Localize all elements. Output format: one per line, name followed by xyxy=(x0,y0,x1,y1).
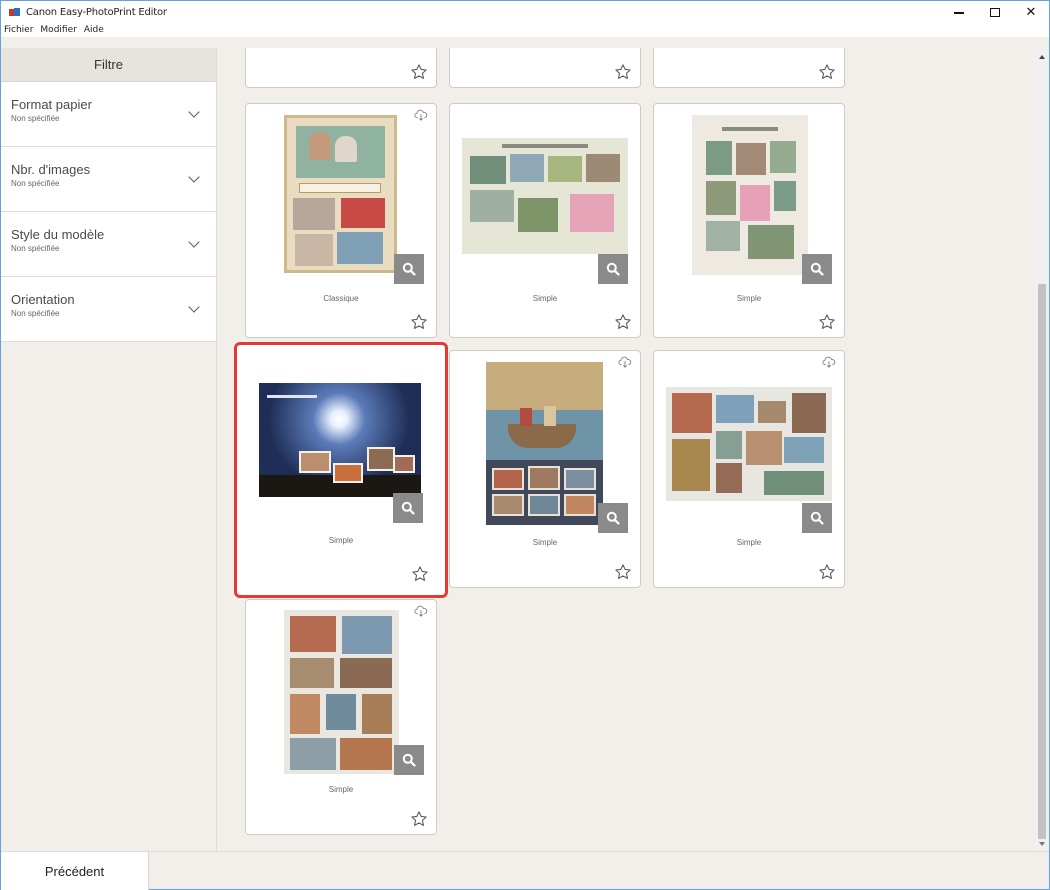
zoom-button[interactable] xyxy=(802,254,832,284)
zoom-button[interactable] xyxy=(394,254,424,284)
scroll-up-arrow-icon[interactable] xyxy=(1039,55,1045,59)
close-icon: ✕ xyxy=(1025,4,1037,19)
maximize-button[interactable] xyxy=(977,1,1013,23)
template-name: Simple xyxy=(736,538,762,547)
star-icon[interactable] xyxy=(818,63,836,81)
app-logo-icon xyxy=(9,7,21,17)
template-card[interactable] xyxy=(653,48,845,88)
template-thumbnail xyxy=(284,115,397,273)
template-card-simple[interactable]: Simple xyxy=(245,599,437,835)
template-thumbnail xyxy=(462,138,628,254)
template-thumbnail xyxy=(666,387,832,501)
magnifier-icon xyxy=(401,501,415,515)
magnifier-icon xyxy=(402,262,416,276)
template-card[interactable] xyxy=(245,48,437,88)
star-icon[interactable] xyxy=(614,313,632,331)
template-name: Simple xyxy=(328,536,354,545)
filter-label: Nbr. d'images xyxy=(11,162,91,177)
cloud-download-icon xyxy=(618,356,632,368)
minimize-icon xyxy=(954,12,964,14)
cloud-download-icon xyxy=(414,605,428,617)
star-icon[interactable] xyxy=(614,563,632,581)
magnifier-icon xyxy=(606,511,620,525)
menu-fichier[interactable]: Fichier xyxy=(3,25,34,35)
magnifier-icon xyxy=(810,511,824,525)
star-icon[interactable] xyxy=(818,563,836,581)
filter-image-count[interactable]: Nbr. d'images Non spécifiée xyxy=(1,147,216,212)
scroll-down-arrow-icon[interactable] xyxy=(1039,842,1045,846)
scroll-thumb[interactable] xyxy=(1038,284,1046,839)
template-thumbnail xyxy=(692,115,808,275)
close-button[interactable]: ✕ xyxy=(1013,1,1049,23)
magnifier-icon xyxy=(606,262,620,276)
template-name: Classique xyxy=(323,294,359,303)
vertical-scrollbar[interactable] xyxy=(1035,48,1049,851)
minimize-button[interactable] xyxy=(941,1,977,23)
template-card-simple-selected[interactable]: Simple xyxy=(234,342,448,598)
star-icon[interactable] xyxy=(614,63,632,81)
magnifier-icon xyxy=(810,262,824,276)
app-window: Canon Easy-PhotoPrint Editor ✕ Fichier M… xyxy=(0,0,1050,890)
cloud-download-icon xyxy=(822,356,836,368)
template-thumbnail xyxy=(486,362,603,525)
template-thumbnail xyxy=(259,383,421,497)
zoom-button[interactable] xyxy=(598,254,628,284)
template-name: Simple xyxy=(328,785,354,794)
template-grid: Classique Simple Simple Simple Simple Si… xyxy=(218,48,1035,851)
star-icon[interactable] xyxy=(411,565,429,583)
filter-header: Filtre xyxy=(1,48,216,82)
bottom-bar: Précédent xyxy=(1,851,1049,890)
template-name: Simple xyxy=(532,294,558,303)
star-icon[interactable] xyxy=(410,313,428,331)
filter-value: Non spécifiée xyxy=(11,244,60,253)
template-card-simple[interactable]: Simple xyxy=(653,103,845,338)
zoom-button[interactable] xyxy=(598,503,628,533)
menu-bar: Fichier Modifier Aide xyxy=(1,23,1049,37)
zoom-button[interactable] xyxy=(394,745,424,775)
filter-label: Format papier xyxy=(11,97,92,112)
filter-value: Non spécifiée xyxy=(11,114,60,123)
template-card-simple[interactable]: Simple xyxy=(653,350,845,588)
title-bar: Canon Easy-PhotoPrint Editor ✕ xyxy=(1,1,1049,23)
template-name: Simple xyxy=(736,294,762,303)
filter-label: Orientation xyxy=(11,292,75,307)
maximize-icon xyxy=(990,7,1000,17)
star-icon[interactable] xyxy=(410,810,428,828)
zoom-button[interactable] xyxy=(802,503,832,533)
previous-button[interactable]: Précédent xyxy=(1,852,149,890)
menu-aide[interactable]: Aide xyxy=(83,25,105,35)
template-card-simple[interactable]: Simple xyxy=(449,350,641,588)
menu-modifier[interactable]: Modifier xyxy=(39,25,77,35)
template-thumbnail xyxy=(284,610,399,774)
template-card[interactable] xyxy=(449,48,641,88)
cloud-download-icon xyxy=(414,109,428,121)
template-name: Simple xyxy=(532,538,558,547)
window-title: Canon Easy-PhotoPrint Editor xyxy=(26,6,167,18)
star-icon[interactable] xyxy=(410,63,428,81)
filter-sidebar: Filtre Format papier Non spécifiée Nbr. … xyxy=(1,48,217,851)
filter-label: Style du modèle xyxy=(11,227,105,242)
filter-value: Non spécifiée xyxy=(11,309,60,318)
filter-template-style[interactable]: Style du modèle Non spécifiée xyxy=(1,212,216,277)
template-card-classique[interactable]: Classique xyxy=(245,103,437,338)
filter-value: Non spécifiée xyxy=(11,179,60,188)
star-icon[interactable] xyxy=(818,313,836,331)
magnifier-icon xyxy=(402,753,416,767)
template-card-simple[interactable]: Simple xyxy=(449,103,641,338)
zoom-button[interactable] xyxy=(393,493,423,523)
filter-orientation[interactable]: Orientation Non spécifiée xyxy=(1,277,216,342)
filter-paper-size[interactable]: Format papier Non spécifiée xyxy=(1,82,216,147)
